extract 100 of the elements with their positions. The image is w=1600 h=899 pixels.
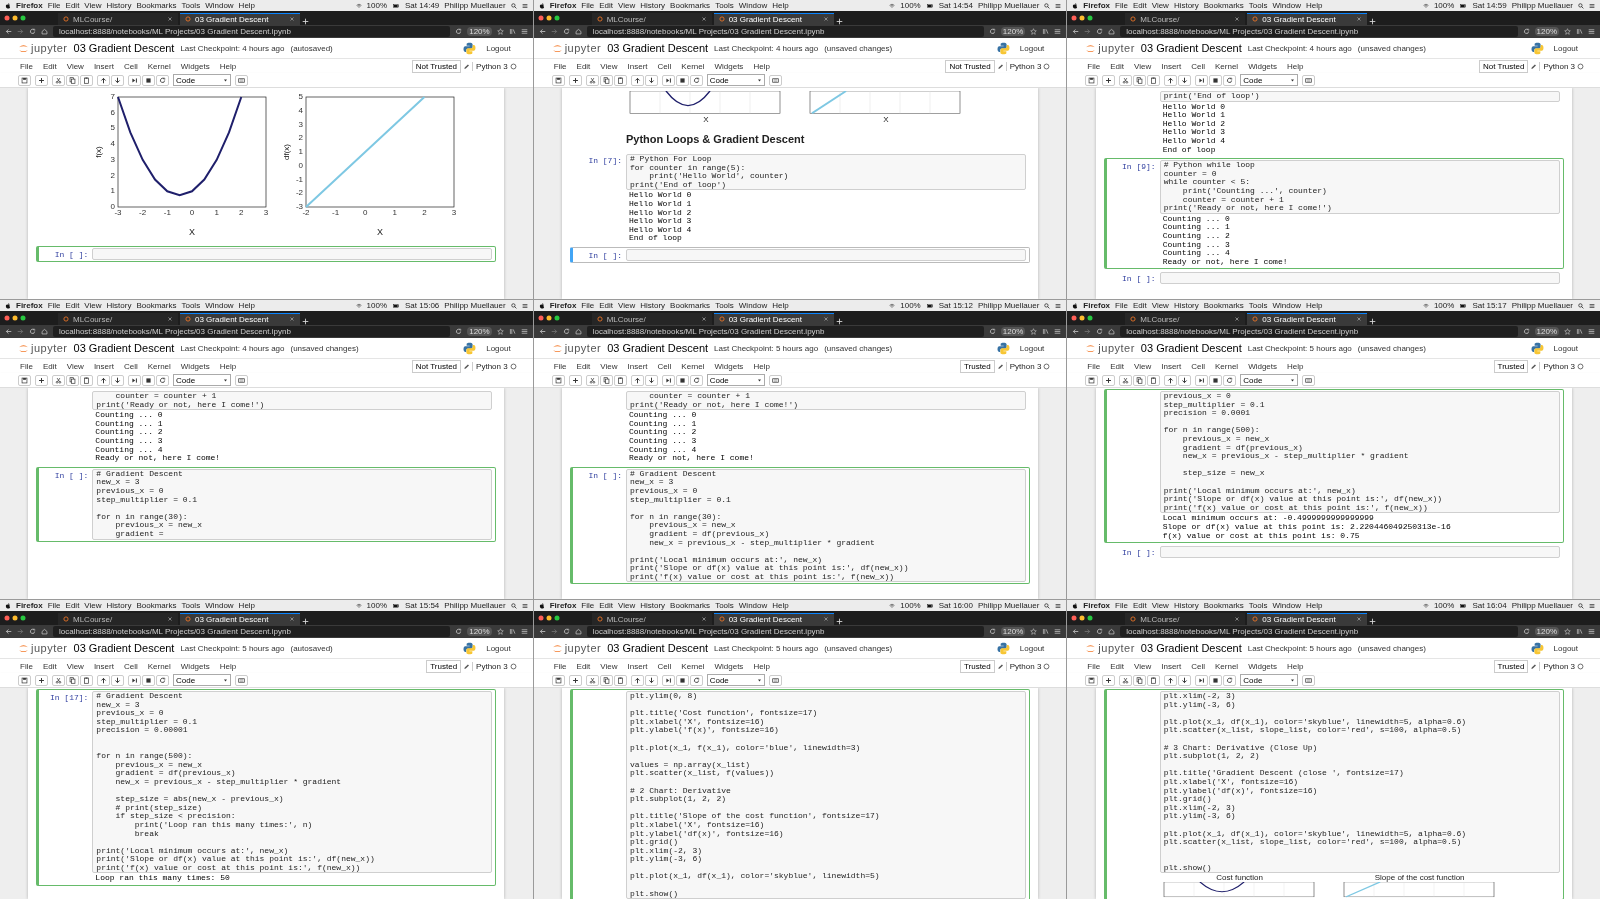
move-down-button[interactable] <box>111 374 124 386</box>
reload-icon[interactable] <box>562 328 570 335</box>
command-palette-button[interactable] <box>1302 374 1316 386</box>
command-palette-button[interactable] <box>1302 74 1316 86</box>
menu-item[interactable]: Bookmarks <box>670 301 711 310</box>
reload-icon[interactable] <box>29 28 36 35</box>
menu-item[interactable]: Insert <box>89 661 118 671</box>
menu-item[interactable]: Edit <box>1106 661 1128 671</box>
menu-item[interactable]: Bookmarks <box>1203 1 1244 10</box>
restart-button[interactable] <box>689 74 703 86</box>
back-icon[interactable] <box>5 28 12 35</box>
close-icon[interactable] <box>289 316 295 322</box>
notebook-cell[interactable]: In [ ]: <box>36 246 497 262</box>
menu-item[interactable]: View <box>596 61 622 71</box>
restart-button[interactable] <box>689 674 703 686</box>
menu-item[interactable]: View <box>1151 301 1169 310</box>
menu-item[interactable]: Help <box>749 361 774 371</box>
menu-item[interactable]: File <box>1083 361 1105 371</box>
close-icon[interactable] <box>1356 316 1363 322</box>
search-icon[interactable] <box>1044 2 1051 9</box>
menu-item[interactable]: View <box>62 661 88 671</box>
save-button[interactable] <box>1085 374 1099 386</box>
address-field[interactable]: localhost:8888/notebooks/ML Projects/03 Gradient Descent.ipynb <box>1120 626 1518 637</box>
back-icon[interactable] <box>1072 628 1080 635</box>
run-button[interactable] <box>661 74 675 86</box>
cut-button[interactable] <box>52 674 65 686</box>
menu-icon[interactable] <box>1054 328 1062 335</box>
search-icon[interactable] <box>1044 602 1051 609</box>
menu-item[interactable]: View <box>1151 601 1169 610</box>
menu-item[interactable]: Window <box>738 301 768 310</box>
app-name[interactable]: Firefox <box>1083 301 1110 310</box>
menu-item[interactable]: View <box>618 301 636 310</box>
menu-item[interactable]: Widgets <box>1244 361 1282 371</box>
window-buttons-icon[interactable] <box>537 15 560 21</box>
menu-item[interactable]: Tools <box>715 601 734 610</box>
pencil-icon[interactable] <box>996 62 1004 70</box>
menu-item[interactable]: Widgets <box>1244 61 1282 71</box>
menu-item[interactable]: Tools <box>715 1 734 10</box>
app-name[interactable]: Firefox <box>549 301 577 310</box>
browser-tab[interactable]: MLCourse/ <box>591 13 712 25</box>
close-icon[interactable] <box>1234 616 1241 622</box>
search-icon[interactable] <box>1578 302 1584 309</box>
window-buttons-icon[interactable] <box>1071 15 1094 21</box>
copy-button[interactable] <box>1133 374 1147 386</box>
close-icon[interactable] <box>822 616 829 622</box>
zoom-level[interactable]: 120% <box>1534 327 1559 336</box>
new-tab-icon[interactable] <box>835 618 843 625</box>
browser-tab[interactable]: MLCourse/ <box>58 313 178 325</box>
cut-button[interactable] <box>1119 74 1133 86</box>
insert-cell-button[interactable] <box>35 674 48 686</box>
menu-item[interactable]: Kernel <box>1211 61 1243 71</box>
menu-item[interactable]: File <box>16 361 37 371</box>
move-up-button[interactable] <box>1164 74 1178 86</box>
close-icon[interactable] <box>822 16 829 22</box>
cut-button[interactable] <box>585 374 599 386</box>
reload-icon[interactable] <box>988 28 996 35</box>
menu-item[interactable]: Edit <box>1106 61 1128 71</box>
move-down-button[interactable] <box>1178 74 1192 86</box>
menu-item[interactable]: Window <box>1272 1 1301 10</box>
cut-button[interactable] <box>585 74 599 86</box>
menu-item[interactable]: History <box>640 301 666 310</box>
notebook-cell[interactable]: X X <box>570 89 1030 126</box>
move-down-button[interactable] <box>644 374 658 386</box>
menu-item[interactable]: Kernel <box>1211 361 1243 371</box>
notebook-cell[interactable] <box>1103 389 1564 544</box>
command-palette-button[interactable] <box>768 374 782 386</box>
notebook-title[interactable]: 03 Gradient Descent <box>607 342 709 354</box>
menu-item[interactable]: Tools <box>181 1 201 10</box>
app-name[interactable]: Firefox <box>549 601 577 610</box>
restart-button[interactable] <box>156 674 169 686</box>
menu-item[interactable]: Edit <box>1132 601 1147 610</box>
cut-button[interactable] <box>52 374 65 386</box>
insert-cell-button[interactable] <box>568 674 582 686</box>
pencil-icon[interactable] <box>996 662 1004 670</box>
save-button[interactable] <box>18 674 31 686</box>
notebook-cell[interactable]: -3 -2 -1 0 1 2 3 0 1 2 3 4 5 6 7 X f(x) -2 -1 0 1 2 3 -3 -2 -1 0 1 2 3 4 5 X df(x) <box>36 89 497 245</box>
copy-button[interactable] <box>66 74 79 86</box>
address-field[interactable]: localhost:8888/notebooks/ML Projects/03 Gradient Descent.ipynb <box>586 326 984 337</box>
run-button[interactable] <box>128 74 141 86</box>
address-field[interactable]: localhost:8888/notebooks/ML Projects/03 Gradient Descent.ipynb <box>1120 326 1518 337</box>
cell-type-dropdown[interactable]: Code <box>1240 374 1299 386</box>
library-icon[interactable] <box>508 28 516 35</box>
menu-item[interactable]: Cell <box>119 661 142 671</box>
reload-icon[interactable] <box>455 28 463 35</box>
menu-item[interactable]: Insert <box>623 361 652 371</box>
code-input[interactable]: counter = counter + 1 print('Ready or not, here I come!') <box>626 391 1026 411</box>
stop-button[interactable] <box>1209 674 1223 686</box>
menu-item[interactable]: Help <box>1305 301 1323 310</box>
app-name[interactable]: Firefox <box>16 301 43 310</box>
menu-item[interactable]: Edit <box>599 601 613 610</box>
cut-button[interactable] <box>1119 374 1133 386</box>
window-buttons-icon[interactable] <box>537 615 560 621</box>
back-icon[interactable] <box>538 328 546 335</box>
menu-item[interactable]: View <box>84 601 102 610</box>
back-icon[interactable] <box>5 328 12 335</box>
menu-item[interactable]: View <box>618 601 636 610</box>
command-palette-button[interactable] <box>768 674 782 686</box>
reload-icon[interactable] <box>29 328 36 335</box>
new-tab-icon[interactable] <box>835 18 843 25</box>
list-icon[interactable] <box>1055 302 1062 309</box>
